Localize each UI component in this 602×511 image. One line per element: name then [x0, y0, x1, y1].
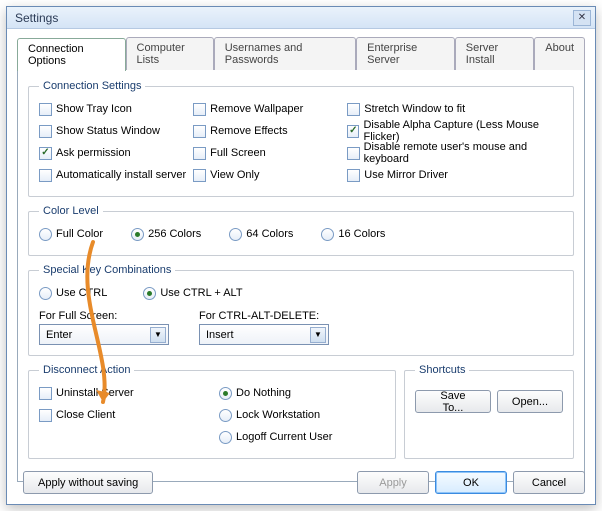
- ok-button[interactable]: OK: [435, 471, 507, 494]
- radio-full-color[interactable]: Full Color: [39, 223, 103, 245]
- check-show-status-window[interactable]: Show Status Window: [39, 120, 193, 142]
- radio-64-colors[interactable]: 64 Colors: [229, 223, 293, 245]
- checkbox-icon: [193, 169, 206, 182]
- combo-cad-key[interactable]: Insert ▼: [199, 324, 329, 345]
- radio-16-colors[interactable]: 16 Colors: [321, 223, 385, 245]
- dialog-buttons: Apply without saving Apply OK Cancel: [17, 471, 585, 494]
- radio-icon: [131, 228, 144, 241]
- group-legend: Special Key Combinations: [39, 264, 175, 276]
- check-disable-remote-input[interactable]: Disable remote user's mouse and keyboard: [347, 142, 563, 164]
- group-legend: Connection Settings: [39, 80, 145, 92]
- checkbox-icon: [347, 169, 360, 182]
- group-connection-settings: Connection Settings Show Tray Icon Show …: [28, 80, 574, 197]
- tab-enterprise-server[interactable]: Enterprise Server: [356, 37, 455, 70]
- checkbox-icon: [193, 147, 206, 160]
- radio-icon: [39, 228, 52, 241]
- combo-fullscreen-key[interactable]: Enter ▼: [39, 324, 169, 345]
- tab-server-install[interactable]: Server Install: [455, 37, 534, 70]
- checkbox-icon: [347, 125, 359, 138]
- apply-button[interactable]: Apply: [357, 471, 429, 494]
- radio-logoff-user[interactable]: Logoff Current User: [219, 426, 385, 448]
- group-disconnect-action: Disconnect Action Uninstall Server Close…: [28, 364, 396, 459]
- radio-icon: [219, 387, 232, 400]
- label-fullscreen-key: For Full Screen:: [39, 310, 169, 322]
- checkbox-icon: [39, 147, 52, 160]
- apply-without-saving-button[interactable]: Apply without saving: [23, 471, 153, 494]
- radio-do-nothing[interactable]: Do Nothing: [219, 382, 385, 404]
- check-uninstall-server[interactable]: Uninstall Server: [39, 382, 205, 404]
- radio-icon: [219, 431, 232, 444]
- check-remove-wallpaper[interactable]: Remove Wallpaper: [193, 98, 347, 120]
- check-remove-effects[interactable]: Remove Effects: [193, 120, 347, 142]
- check-full-screen[interactable]: Full Screen: [193, 142, 347, 164]
- checkbox-icon: [39, 409, 52, 422]
- settings-dialog: Settings ✕ Connection Options Computer L…: [6, 6, 596, 505]
- close-button[interactable]: ✕: [573, 10, 591, 26]
- radio-use-ctrl[interactable]: Use CTRL: [39, 282, 107, 304]
- checkbox-icon: [39, 387, 52, 400]
- label-cad-key: For CTRL-ALT-DELETE:: [199, 310, 329, 322]
- tab-about[interactable]: About: [534, 37, 585, 70]
- check-ask-permission[interactable]: Ask permission: [39, 142, 193, 164]
- tab-computer-lists[interactable]: Computer Lists: [126, 37, 214, 70]
- close-icon: ✕: [578, 12, 586, 23]
- tab-page-connection-options: Connection Settings Show Tray Icon Show …: [17, 69, 585, 482]
- check-use-mirror-driver[interactable]: Use Mirror Driver: [347, 164, 563, 186]
- group-legend: Disconnect Action: [39, 364, 134, 376]
- radio-icon: [143, 287, 156, 300]
- group-color-level: Color Level Full Color 256 Colors 64 Col…: [28, 205, 574, 256]
- window-title: Settings: [15, 11, 573, 25]
- radio-icon: [229, 228, 242, 241]
- checkbox-icon: [39, 103, 52, 116]
- checkbox-icon: [39, 169, 52, 182]
- chevron-down-icon: ▼: [310, 327, 326, 343]
- tab-strip: Connection Options Computer Lists Userna…: [17, 37, 585, 70]
- tab-connection-options[interactable]: Connection Options: [17, 38, 126, 71]
- open-button[interactable]: Open...: [497, 390, 563, 413]
- check-close-client[interactable]: Close Client: [39, 404, 205, 426]
- check-disable-alpha-capture[interactable]: Disable Alpha Capture (Less Mouse Flicke…: [347, 120, 563, 142]
- cancel-button[interactable]: Cancel: [513, 471, 585, 494]
- check-view-only[interactable]: View Only: [193, 164, 347, 186]
- checkbox-icon: [347, 103, 360, 116]
- checkbox-icon: [39, 125, 52, 138]
- group-legend: Shortcuts: [415, 364, 469, 376]
- checkbox-icon: [347, 147, 359, 160]
- check-show-tray-icon[interactable]: Show Tray Icon: [39, 98, 193, 120]
- titlebar: Settings ✕: [7, 7, 595, 29]
- radio-icon: [39, 287, 52, 300]
- group-legend: Color Level: [39, 205, 103, 217]
- group-shortcuts: Shortcuts Save To... Open...: [404, 364, 574, 459]
- radio-icon: [219, 409, 232, 422]
- radio-lock-workstation[interactable]: Lock Workstation: [219, 404, 385, 426]
- check-stretch-window[interactable]: Stretch Window to fit: [347, 98, 563, 120]
- save-to-button[interactable]: Save To...: [415, 390, 491, 413]
- radio-256-colors[interactable]: 256 Colors: [131, 223, 201, 245]
- group-special-keys: Special Key Combinations Use CTRL Use CT…: [28, 264, 574, 356]
- radio-icon: [321, 228, 334, 241]
- radio-use-ctrl-alt[interactable]: Use CTRL + ALT: [143, 282, 242, 304]
- checkbox-icon: [193, 125, 206, 138]
- chevron-down-icon: ▼: [150, 327, 166, 343]
- tab-usernames-passwords[interactable]: Usernames and Passwords: [214, 37, 356, 70]
- check-auto-install-server[interactable]: Automatically install server: [39, 164, 193, 186]
- checkbox-icon: [193, 103, 206, 116]
